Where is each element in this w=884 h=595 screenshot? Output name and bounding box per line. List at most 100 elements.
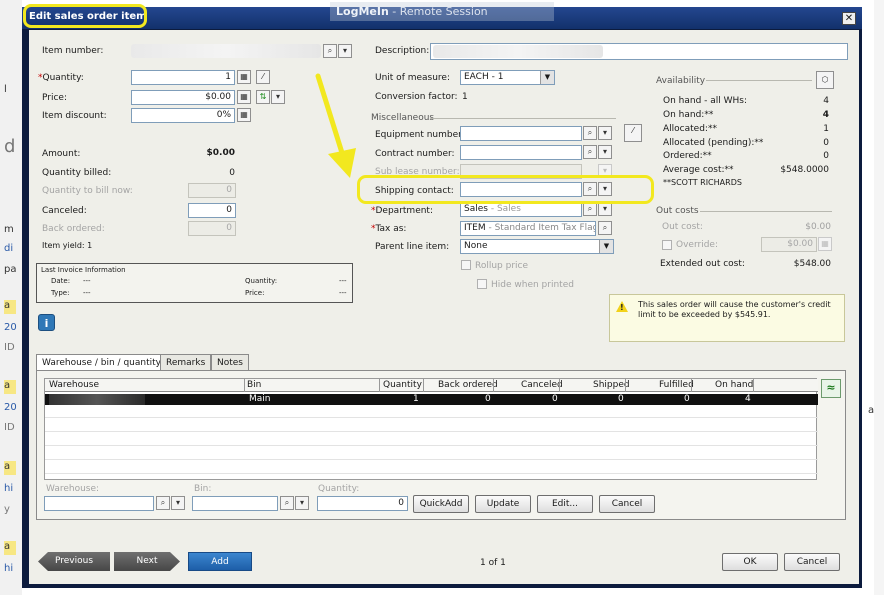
- contract-number-label: Contract number:: [375, 149, 455, 159]
- background-text: m: [4, 224, 14, 235]
- calculator-icon[interactable]: ▦: [818, 237, 832, 251]
- tax-as-input[interactable]: ITEM - Standard Item Tax Flag: [460, 221, 596, 236]
- edit-button[interactable]: Edit...: [537, 495, 593, 513]
- grid-column-header[interactable]: Warehouse: [49, 380, 99, 390]
- background-text: a: [4, 541, 16, 555]
- last-invoice-date-value: ---: [83, 277, 91, 285]
- search-icon[interactable]: ⌕: [583, 202, 597, 216]
- item-number-field[interactable]: [131, 44, 321, 58]
- column-divider: [493, 379, 494, 392]
- lookup-menu-icon[interactable]: ▾: [171, 496, 185, 510]
- grid-column-header[interactable]: Quantity: [383, 380, 422, 390]
- grid-warehouse-input[interactable]: [44, 496, 154, 511]
- grid-empty-line: [45, 445, 818, 446]
- tab-notes[interactable]: Notes: [211, 354, 249, 371]
- hide-when-printed-checkbox[interactable]: [477, 279, 487, 289]
- next-button[interactable]: Next: [114, 552, 180, 571]
- section-divider: [706, 80, 812, 81]
- shipping-contact-highlight-annotation: [357, 175, 654, 204]
- collapse-up-icon[interactable]: ≈: [821, 379, 841, 398]
- column-divider: [625, 379, 626, 392]
- override-checkbox[interactable]: [662, 240, 672, 250]
- override-input[interactable]: $0.00: [761, 237, 817, 252]
- add-button[interactable]: Add: [188, 552, 252, 571]
- unit-convert-icon[interactable]: ⁄: [256, 70, 270, 84]
- availability-row-label: Ordered:**: [663, 151, 712, 161]
- equipment-number-label: Equipment number:: [375, 130, 465, 140]
- warning-icon-mark: !: [620, 303, 624, 312]
- cancel-button[interactable]: Cancel: [784, 553, 840, 571]
- lookup-menu-icon[interactable]: ▾: [295, 496, 309, 510]
- background-text: pa: [4, 264, 17, 275]
- quickadd-button[interactable]: QuickAdd: [413, 495, 469, 513]
- table-row[interactable]: Main 1 0 0 0 0 4: [45, 394, 818, 405]
- update-button[interactable]: Update: [475, 495, 531, 513]
- calculator-icon[interactable]: ▦: [237, 70, 251, 84]
- page-indicator: 1 of 1: [480, 558, 506, 568]
- info-icon[interactable]: i: [38, 314, 55, 331]
- grid-cancel-button[interactable]: Cancel: [599, 495, 655, 513]
- availability-row-value: 4: [822, 110, 829, 120]
- grid-column-header[interactable]: Back ordered: [438, 380, 498, 390]
- previous-button[interactable]: Previous: [38, 552, 110, 571]
- back-ordered-input[interactable]: 0: [188, 221, 236, 236]
- quantity-to-bill-now-input[interactable]: 0: [188, 183, 236, 198]
- ok-button[interactable]: OK: [722, 553, 778, 571]
- equipment-number-input[interactable]: [460, 126, 582, 141]
- item-discount-input[interactable]: 0%: [131, 108, 235, 123]
- last-invoice-panel: Last Invoice Information Date: --- Quant…: [36, 263, 353, 303]
- grid-cell-fulfilled: 0: [684, 394, 690, 404]
- calculator-icon[interactable]: ▦: [237, 90, 251, 104]
- unit-of-measure-select[interactable]: EACH - 1 ▼: [460, 70, 555, 85]
- search-icon[interactable]: ⌕: [156, 496, 170, 510]
- lookup-menu-icon[interactable]: ▾: [338, 44, 352, 58]
- lookup-menu-icon[interactable]: ▾: [598, 126, 612, 140]
- last-invoice-price-value: ---: [339, 289, 347, 297]
- department-input[interactable]: Sales - Sales: [460, 202, 582, 217]
- equipment-edit-icon[interactable]: ⁄: [624, 124, 642, 142]
- tax-as-label: *Tax as:: [371, 224, 407, 234]
- calculator-icon[interactable]: ▦: [237, 108, 251, 122]
- description-input[interactable]: [430, 43, 848, 60]
- chevron-down-icon[interactable]: ▼: [599, 240, 613, 253]
- canceled-input[interactable]: 0: [188, 203, 236, 218]
- contract-number-input[interactable]: [460, 145, 582, 160]
- column-divider: [379, 379, 380, 392]
- search-icon[interactable]: ⌕: [280, 496, 294, 510]
- grid-bin-input[interactable]: [192, 496, 278, 511]
- tax-as-value: ITEM: [464, 223, 486, 233]
- availability-detail-icon[interactable]: ⬡: [816, 71, 834, 89]
- price-level-icon[interactable]: ⇅: [256, 90, 270, 104]
- search-icon[interactable]: ⌕: [598, 221, 612, 235]
- grid-header: Warehouse Bin Quantity Back ordered Canc…: [45, 379, 818, 392]
- search-icon[interactable]: ⌕: [323, 44, 337, 58]
- grid-cell-bin: Main: [249, 394, 271, 404]
- last-invoice-quantity-value: ---: [339, 277, 347, 285]
- chevron-down-icon[interactable]: ▼: [540, 71, 554, 84]
- background-text: ID: [4, 342, 15, 353]
- rollup-price-label: Rollup price: [475, 261, 529, 271]
- availability-row-value: 4: [823, 96, 829, 106]
- search-icon[interactable]: ⌕: [583, 145, 597, 159]
- search-icon[interactable]: ⌕: [583, 126, 597, 140]
- grid-column-header[interactable]: Bin: [247, 380, 261, 390]
- item-yield-label: Item yield: 1: [42, 241, 93, 250]
- availability-row-label: Allocated:**: [663, 124, 717, 134]
- tab-remarks[interactable]: Remarks: [160, 354, 212, 371]
- rollup-price-checkbox[interactable]: [461, 260, 471, 270]
- background-text: l: [4, 84, 7, 95]
- amount-value: $0.00: [206, 148, 235, 158]
- grid-column-header[interactable]: On hand: [715, 380, 753, 390]
- grid-quantity-input[interactable]: 0: [317, 496, 408, 511]
- background-text: a: [4, 300, 16, 314]
- lookup-menu-icon[interactable]: ▾: [598, 145, 612, 159]
- grid-bin-label: Bin:: [194, 484, 212, 494]
- price-input[interactable]: $0.00: [131, 90, 235, 105]
- parent-line-item-select[interactable]: None ▼: [460, 239, 614, 254]
- grid-column-header[interactable]: Canceled: [521, 380, 563, 390]
- close-icon[interactable]: ✕: [842, 12, 856, 25]
- lookup-menu-icon[interactable]: ▾: [598, 202, 612, 216]
- price-dropdown-icon[interactable]: ▾: [271, 90, 285, 104]
- quantity-input[interactable]: 1: [131, 70, 235, 85]
- grid-column-header[interactable]: Fulfilled: [659, 380, 694, 390]
